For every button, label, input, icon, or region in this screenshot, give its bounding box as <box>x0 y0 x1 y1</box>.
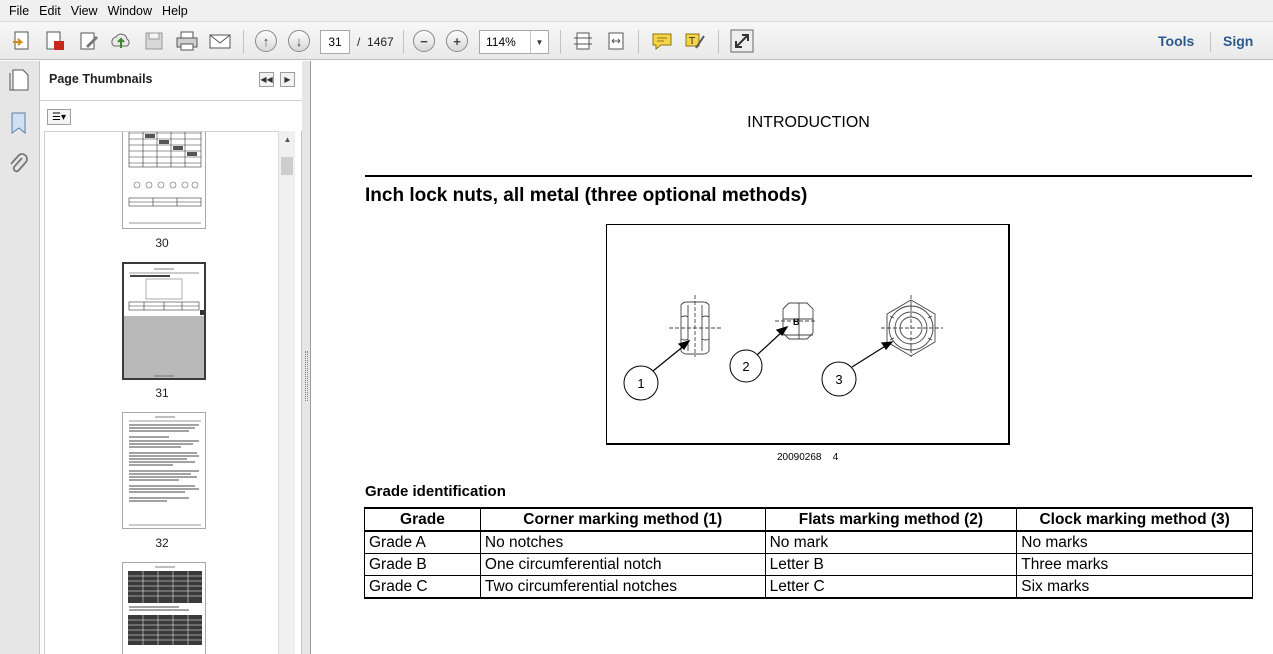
menu-window[interactable]: Window <box>103 0 157 22</box>
page-thumbnails-icon[interactable] <box>8 68 30 91</box>
comment-icon[interactable] <box>649 28 675 54</box>
page-thumbnails-panel: Page Thumbnails ◀◀ ▶ ☰▾ 30 31 32 ▲ <box>40 61 302 654</box>
toolbar: ↑ ↓ 31 / 1467 − + 114% ▼ T Tools Sign <box>0 22 1273 60</box>
table-row: Grade A No notches No mark No marks <box>364 531 1253 554</box>
expand-panel-icon[interactable]: ▶ <box>280 72 295 87</box>
table-row: Grade B One circumferential notch Letter… <box>364 553 1253 576</box>
table-cell: No marks <box>1016 531 1253 554</box>
table-cell: Letter B <box>764 553 1018 576</box>
document-view[interactable]: INTRODUCTION Inch lock nuts, all metal (… <box>312 61 1273 654</box>
callout-3: 3 <box>835 372 842 387</box>
svg-text:T: T <box>688 36 696 47</box>
callout-2: 2 <box>742 359 749 374</box>
page-header: INTRODUCTION <box>747 114 870 131</box>
thumbnail-page-31[interactable] <box>122 262 206 380</box>
table-header: Clock marking method (3) <box>1016 507 1253 532</box>
thumbnail-page-32[interactable] <box>122 412 206 529</box>
panel-title: Page Thumbnails <box>49 72 153 86</box>
bookmark-icon[interactable] <box>8 111 30 135</box>
menu-file[interactable]: File <box>4 0 34 22</box>
table-cell: Three marks <box>1016 553 1253 576</box>
page-number-input[interactable]: 31 <box>320 30 350 54</box>
zoom-in-button[interactable]: + <box>444 28 470 54</box>
thumbnail-options-icon[interactable]: ☰▾ <box>47 109 71 125</box>
email-icon[interactable] <box>207 28 233 54</box>
upload-cloud-icon[interactable] <box>108 28 134 54</box>
grade-heading: Grade identification <box>365 483 506 500</box>
table-header: Grade <box>364 507 481 532</box>
tools-button[interactable]: Tools <box>1158 30 1194 52</box>
table-header: Corner marking method (1) <box>479 507 766 532</box>
thumbnail-label-30: 30 <box>155 236 169 250</box>
header-rule <box>365 175 1252 177</box>
grade-table: Grade Corner marking method (1) Flats ma… <box>364 507 1253 599</box>
section-title: Inch lock nuts, all metal (three optiona… <box>365 185 808 206</box>
lock-nut-figure: B 1 2 3 <box>606 224 1010 445</box>
zoom-out-button[interactable]: − <box>411 28 437 54</box>
chevron-down-icon[interactable]: ▼ <box>530 31 548 53</box>
menu-help[interactable]: Help <box>157 0 193 22</box>
fit-page-icon[interactable] <box>570 28 596 54</box>
next-page-button[interactable]: ↓ <box>286 28 312 54</box>
panel-header: Page Thumbnails ◀◀ ▶ <box>40 61 302 101</box>
table-cell: Grade B <box>364 553 481 576</box>
attachment-icon[interactable] <box>8 153 30 175</box>
table-row: Grade C Two circumferential notches Lett… <box>364 575 1253 599</box>
figure-caption: 20090268 4 <box>777 452 839 463</box>
nut2-letter: B <box>793 317 800 327</box>
table-header: Flats marking method (2) <box>764 507 1018 532</box>
highlight-text-icon[interactable]: T <box>682 28 708 54</box>
prev-page-button[interactable]: ↑ <box>253 28 279 54</box>
menu-edit[interactable]: Edit <box>34 0 66 22</box>
navigation-pane <box>0 61 40 654</box>
callout-1: 1 <box>637 376 644 391</box>
table-cell: One circumferential notch <box>479 553 766 576</box>
print-icon[interactable] <box>174 28 200 54</box>
thumbnail-label-31: 31 <box>155 386 169 400</box>
thumbnail-list[interactable]: 30 31 32 <box>44 131 278 654</box>
thumbnail-label-32: 32 <box>155 536 169 550</box>
table-header-row: Grade Corner marking method (1) Flats ma… <box>364 507 1253 532</box>
menu-bar: File Edit View Window Help <box>0 0 1273 22</box>
panel-splitter[interactable] <box>302 61 311 654</box>
fit-width-icon[interactable] <box>603 28 629 54</box>
collapse-panel-icon[interactable]: ◀◀ <box>259 72 274 87</box>
thumbnail-page-33[interactable] <box>122 562 206 654</box>
create-pdf-icon[interactable] <box>9 28 35 54</box>
convert-pdf-icon[interactable] <box>42 28 68 54</box>
scrollbar-thumb[interactable] <box>281 157 293 175</box>
table-cell: Letter C <box>764 575 1018 599</box>
menu-view[interactable]: View <box>66 0 103 22</box>
table-cell: Two circumferential notches <box>479 575 766 599</box>
table-cell: Six marks <box>1016 575 1253 599</box>
scroll-up-icon[interactable]: ▲ <box>279 135 296 149</box>
sign-button[interactable]: Sign <box>1223 30 1253 52</box>
edit-icon[interactable] <box>76 28 102 54</box>
table-cell: No mark <box>764 531 1018 554</box>
table-cell: No notches <box>479 531 766 554</box>
table-cell: Grade C <box>364 575 481 599</box>
save-icon[interactable] <box>141 28 167 54</box>
zoom-value: 114% <box>486 35 516 49</box>
thumbnail-page-30[interactable] <box>122 132 206 229</box>
zoom-select[interactable]: 114% ▼ <box>479 30 549 54</box>
table-cell: Grade A <box>364 531 481 554</box>
page-count: / 1467 <box>357 35 394 49</box>
thumbnail-scrollbar[interactable]: ▲ <box>278 131 295 654</box>
full-screen-icon[interactable] <box>729 28 755 54</box>
